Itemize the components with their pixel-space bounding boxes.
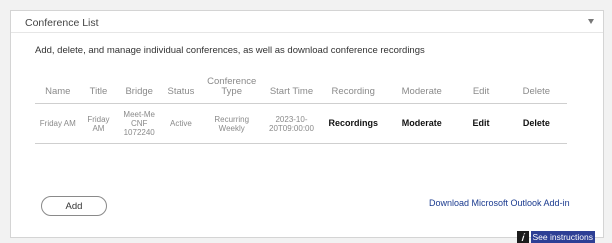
chevron-down-icon[interactable] [585, 15, 597, 27]
panel-title: Conference List [25, 17, 99, 29]
add-button[interactable]: Add [41, 196, 107, 216]
table-row: Friday AM Friday AM Meet-Me CNF 1072240 … [35, 103, 567, 144]
edit-link[interactable]: Edit [456, 103, 506, 144]
cell-conference-type: Recurring Weekly [199, 103, 264, 144]
column-header-bridge: Bridge [116, 77, 163, 104]
cell-status: Active [162, 103, 200, 144]
column-header-conference-type: Conference Type [199, 77, 264, 104]
delete-link[interactable]: Delete [505, 103, 567, 144]
info-icon [516, 231, 529, 243]
column-header-delete: Delete [505, 77, 567, 104]
column-header-name: Name [35, 77, 81, 104]
recordings-link[interactable]: Recordings [319, 103, 388, 144]
panel-header: Conference List [11, 11, 603, 33]
panel-description: Add, delete, and manage individual confe… [35, 45, 425, 56]
column-header-start-time: Start Time [263, 77, 320, 104]
see-instructions-link[interactable]: See instructions [516, 231, 595, 243]
conference-list-panel: Conference List Add, delete, and manage … [10, 10, 604, 243]
column-header-title: Title [80, 77, 117, 104]
table-header-row: Name Title Bridge Status Conference Type… [35, 77, 567, 104]
column-header-moderate: Moderate [387, 77, 457, 104]
conference-table: Name Title Bridge Status Conference Type… [35, 77, 567, 144]
column-header-status: Status [162, 77, 200, 104]
cell-name: Friday AM [35, 103, 81, 144]
instructions-label: See instructions [530, 231, 595, 243]
cell-title: Friday AM [80, 103, 117, 144]
moderate-link[interactable]: Moderate [387, 103, 457, 144]
column-header-recording: Recording [319, 77, 388, 104]
column-header-edit: Edit [456, 77, 506, 104]
download-outlook-addin-link[interactable]: Download Microsoft Outlook Add-in [429, 198, 570, 208]
cell-bridge: Meet-Me CNF 1072240 [116, 103, 163, 144]
cell-start-time: 2023-10-20T09:00:00 [263, 103, 320, 144]
